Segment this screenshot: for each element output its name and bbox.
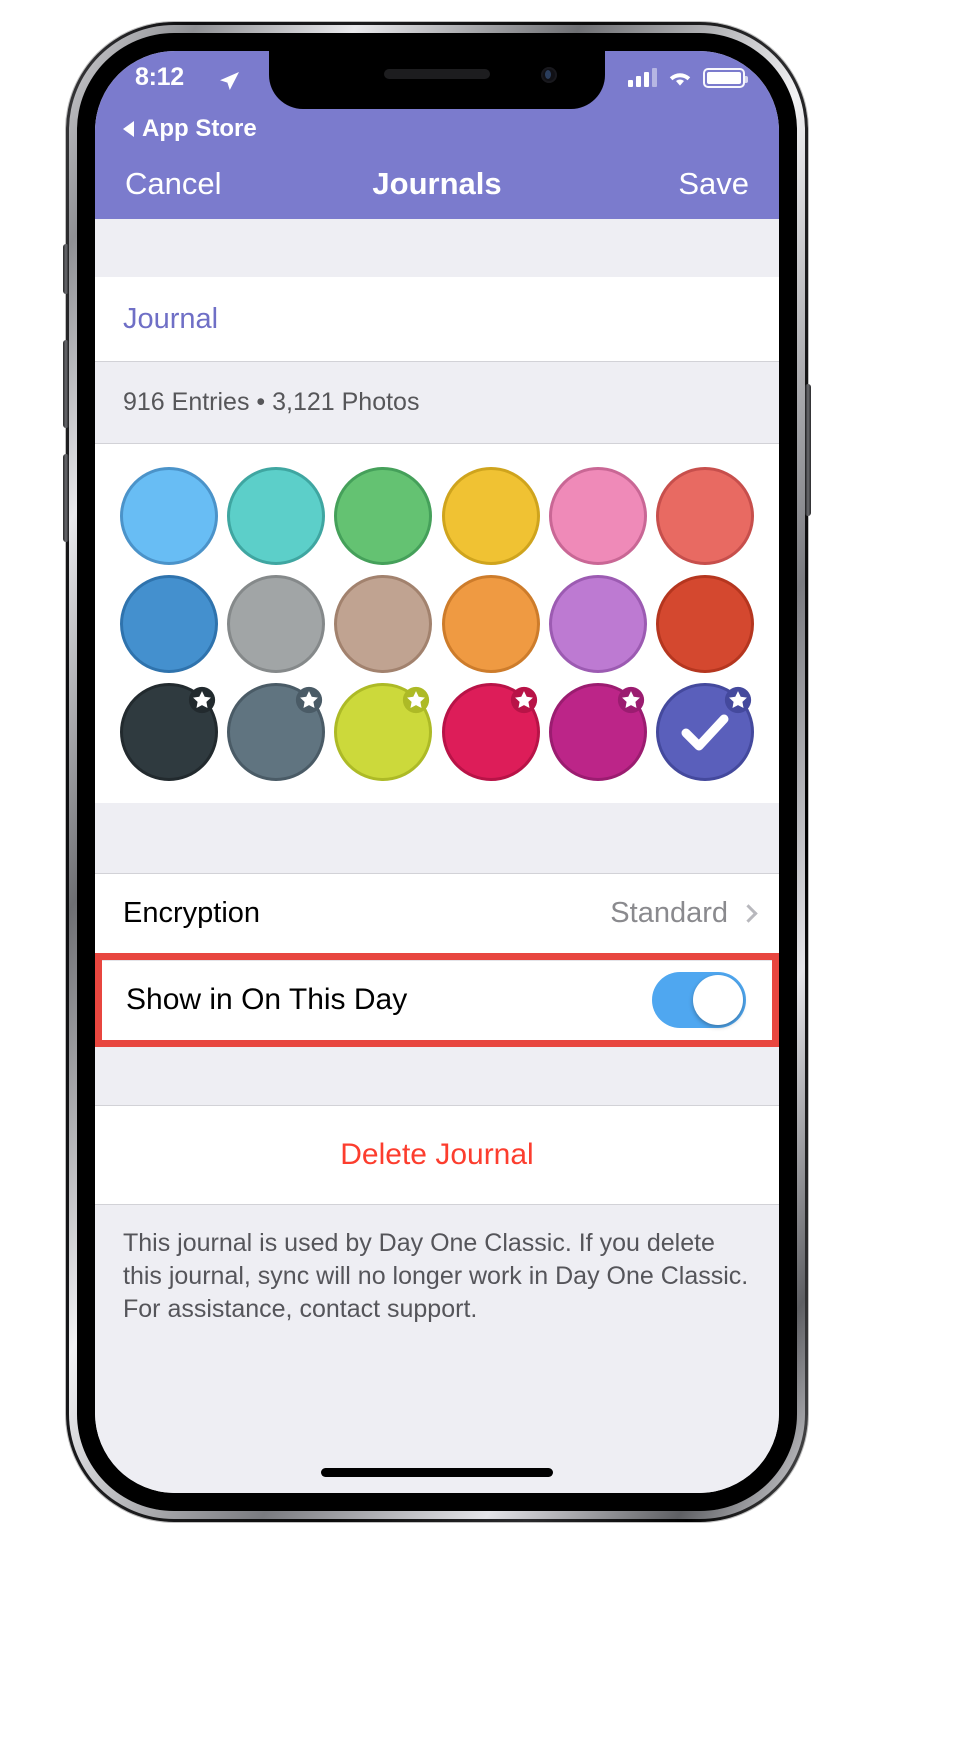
chevron-right-icon xyxy=(739,903,758,923)
show-in-on-this-day-toggle[interactable] xyxy=(652,972,746,1028)
color-swatch-light-purple[interactable] xyxy=(548,575,647,673)
phone-device-frame: 8:12 App Store Cancel Journals Save Jour… xyxy=(63,22,811,1522)
show-in-on-this-day-label: Show in On This Day xyxy=(126,983,408,1016)
color-swatch-orange[interactable] xyxy=(441,575,540,673)
status-time: 8:12 xyxy=(135,63,184,91)
swatch-circle xyxy=(548,467,647,565)
swatch-circle xyxy=(119,467,218,565)
silent-switch[interactable] xyxy=(63,244,69,294)
back-link-label: App Store xyxy=(142,115,257,142)
journal-stats-row: 916 Entries • 3,121 Photos xyxy=(95,361,779,443)
journal-name-value: Journal xyxy=(123,302,219,335)
encryption-value-group: Standard xyxy=(610,896,758,930)
back-caret-icon xyxy=(123,121,134,137)
encryption-row[interactable]: Encryption Standard xyxy=(95,873,779,953)
show-in-on-this-day-row[interactable]: Show in On This Day xyxy=(102,960,772,1040)
color-swatch-salmon-red[interactable] xyxy=(656,467,755,565)
color-swatch-gray[interactable] xyxy=(226,575,325,673)
swatch-circle xyxy=(119,575,218,673)
swatch-circle xyxy=(548,575,647,673)
phone-screen: 8:12 App Store Cancel Journals Save Jour… xyxy=(95,51,779,1493)
status-indicators xyxy=(628,67,748,88)
footer-note: This journal is used by Day One Classic.… xyxy=(95,1205,779,1326)
checkmark-icon xyxy=(656,683,754,781)
section-gap-bottom xyxy=(95,1047,779,1105)
premium-star-icon xyxy=(510,686,537,714)
color-swatch-charcoal[interactable] xyxy=(119,683,218,781)
color-swatch-lime[interactable] xyxy=(334,683,433,781)
wifi-icon xyxy=(669,73,691,86)
premium-star-icon xyxy=(617,686,645,714)
color-swatch-crimson[interactable] xyxy=(441,683,540,781)
swatch-circle xyxy=(334,575,433,673)
cellular-signal-icon xyxy=(628,68,657,87)
premium-star-icon xyxy=(295,686,323,714)
premium-star-icon xyxy=(188,686,215,714)
color-swatch-magenta[interactable] xyxy=(548,683,647,781)
navigation-bar: Cancel Journals Save xyxy=(95,149,779,219)
device-notch xyxy=(269,51,605,109)
color-swatch-turquoise[interactable] xyxy=(226,467,325,565)
encryption-value: Standard xyxy=(610,896,728,929)
color-picker-grid[interactable] xyxy=(95,443,779,803)
volume-down-button[interactable] xyxy=(63,454,69,542)
color-swatch-green[interactable] xyxy=(334,467,433,565)
color-swatch-slate[interactable] xyxy=(226,683,325,781)
swatch-circle xyxy=(656,575,755,673)
color-swatch-indigo[interactable] xyxy=(656,683,755,781)
volume-up-button[interactable] xyxy=(63,340,69,428)
page-title: Journals xyxy=(372,166,502,201)
color-swatch-sky-blue[interactable] xyxy=(119,467,218,565)
power-button[interactable] xyxy=(805,384,811,516)
highlight-annotation-box: Show in On This Day xyxy=(95,953,779,1047)
back-to-app-store-link[interactable]: App Store xyxy=(95,109,779,149)
cancel-button[interactable]: Cancel xyxy=(125,166,222,202)
battery-full-icon xyxy=(703,67,748,88)
journal-name-field[interactable]: Journal xyxy=(95,277,779,361)
swatch-circle xyxy=(441,575,540,673)
toggle-knob xyxy=(693,975,743,1025)
section-gap-middle xyxy=(95,803,779,873)
swatch-circle xyxy=(441,467,540,565)
color-swatch-pink[interactable] xyxy=(548,467,647,565)
section-gap-top xyxy=(95,219,779,277)
encryption-label: Encryption xyxy=(123,896,261,929)
home-indicator[interactable] xyxy=(321,1468,553,1477)
color-swatch-yellow[interactable] xyxy=(441,467,540,565)
front-camera-icon xyxy=(541,67,557,83)
swatch-circle xyxy=(334,467,433,565)
journal-stats-label: 916 Entries • 3,121 Photos xyxy=(123,387,420,416)
swatch-circle xyxy=(656,467,755,565)
save-button[interactable]: Save xyxy=(678,166,749,202)
delete-journal-label: Delete Journal xyxy=(340,1138,534,1171)
color-swatch-blue[interactable] xyxy=(119,575,218,673)
settings-scroll-view[interactable]: Journal 916 Entries • 3,121 Photos Encry… xyxy=(95,219,779,1493)
earpiece-speaker xyxy=(384,69,490,79)
swatch-circle xyxy=(226,575,325,673)
delete-journal-button[interactable]: Delete Journal xyxy=(95,1105,779,1205)
color-swatch-brick-red[interactable] xyxy=(656,575,755,673)
color-swatch-tan[interactable] xyxy=(334,575,433,673)
swatch-circle xyxy=(226,467,325,565)
location-arrow-icon xyxy=(220,72,239,90)
premium-star-icon xyxy=(403,686,430,714)
